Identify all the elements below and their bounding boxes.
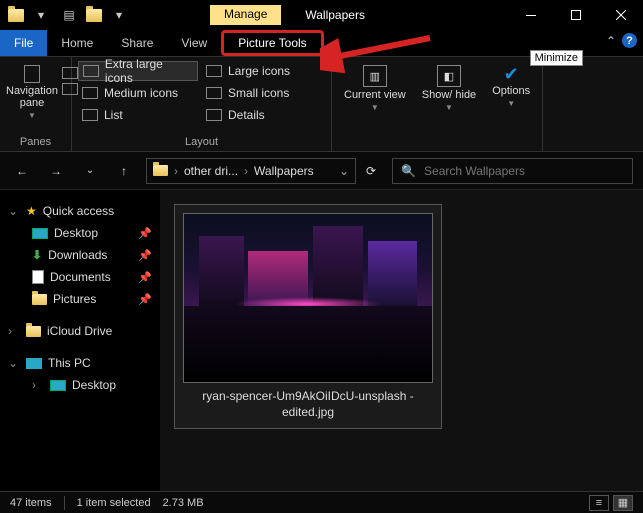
file-name-label: ryan-spencer-Um9AkOiIDcU-unsplash - edit… <box>183 383 433 420</box>
pin-icon: 📌 <box>138 227 152 240</box>
back-button[interactable]: ← <box>10 159 34 183</box>
help-icon[interactable]: ? <box>622 33 637 48</box>
sidebar-pictures[interactable]: Pictures 📌 <box>6 288 154 310</box>
search-input[interactable] <box>424 164 624 178</box>
layout-small-icons[interactable]: Small icons <box>202 83 322 103</box>
group-panes-label: Panes <box>0 136 71 151</box>
chevron-down-icon: ▼ <box>28 111 36 120</box>
maximize-button[interactable] <box>553 0 598 30</box>
recent-locations-button[interactable]: ⌄ <box>78 159 102 183</box>
qat-dropdown-icon[interactable]: ▾ <box>30 4 52 26</box>
thumbnails-view-toggle[interactable]: ▦ <box>613 495 633 511</box>
show-hide-button[interactable]: ◧ Show/ hide ▼ <box>416 61 482 112</box>
status-selected: 1 item selected <box>77 497 151 509</box>
tab-manage[interactable]: Manage <box>210 5 281 25</box>
documents-icon <box>32 270 44 284</box>
forward-button[interactable]: → <box>44 159 68 183</box>
chevron-down-icon[interactable]: ⌄ <box>8 356 20 370</box>
titlebar: ▾ ▤ ▾ Manage Wallpapers <box>0 0 643 30</box>
minimize-tooltip: Minimize <box>530 50 583 66</box>
sidebar-quick-access[interactable]: ⌄ ★ Quick access <box>6 200 154 222</box>
folder-icon <box>26 326 41 337</box>
layout-list[interactable]: List <box>78 105 198 125</box>
chevron-right-icon[interactable]: › <box>32 378 44 392</box>
options-button[interactable]: ✔ Options ▼ <box>486 61 536 108</box>
pin-icon: 📌 <box>138 249 152 262</box>
sidebar-documents[interactable]: Documents 📌 <box>6 266 154 288</box>
collapse-ribbon-icon[interactable]: ⌃ <box>606 34 616 48</box>
status-bar: 47 items 1 item selected 2.73 MB ≡ ▦ <box>0 491 643 513</box>
details-view-toggle[interactable]: ≡ <box>589 495 609 511</box>
close-button[interactable] <box>598 0 643 30</box>
ribbon: Navigation pane ▼ Panes Extra large icon… <box>0 56 643 152</box>
address-dropdown-icon[interactable]: ⌄ <box>339 164 349 178</box>
tab-home[interactable]: Home <box>47 30 107 56</box>
breadcrumb[interactable]: Wallpapers <box>254 164 314 178</box>
search-icon: 🔍 <box>401 164 416 178</box>
current-view-button[interactable]: ▥ Current view ▼ <box>338 61 412 112</box>
desktop-icon <box>32 228 48 239</box>
navigation-pane-button[interactable]: Navigation pane ▼ <box>6 61 58 120</box>
status-item-count: 47 items <box>10 497 52 509</box>
tab-file[interactable]: File <box>0 30 47 56</box>
thumbnail-image <box>183 213 433 383</box>
qat-overflow-icon[interactable]: ▾ <box>108 4 130 26</box>
search-box[interactable]: 🔍 <box>392 158 633 184</box>
window-title: Wallpapers <box>305 8 365 22</box>
up-button[interactable]: ↑ <box>112 159 136 183</box>
folder-icon <box>153 165 168 176</box>
downloads-icon: ⬇ <box>32 248 42 262</box>
tab-picture-tools[interactable]: Picture Tools <box>221 30 323 56</box>
chevron-right-icon[interactable]: › <box>8 324 20 338</box>
group-layout-label: Layout <box>72 136 331 151</box>
current-view-icon: ▥ <box>363 65 387 87</box>
tab-view[interactable]: View <box>167 30 221 56</box>
refresh-button[interactable]: ⟳ <box>366 164 376 178</box>
show-hide-icon: ◧ <box>437 65 461 87</box>
app-folder-icon <box>8 9 24 22</box>
sidebar: ⌄ ★ Quick access Desktop 📌 ⬇ Downloads 📌… <box>0 190 160 491</box>
chevron-down-icon: ▼ <box>507 99 515 108</box>
star-icon: ★ <box>26 204 37 218</box>
layout-details[interactable]: Details <box>202 105 322 125</box>
navigation-pane-label: Navigation pane <box>6 85 58 109</box>
file-thumbnail[interactable]: ryan-spencer-Um9AkOiIDcU-unsplash - edit… <box>174 204 442 429</box>
pc-icon <box>26 358 42 369</box>
qat-properties-icon[interactable]: ▤ <box>58 4 80 26</box>
minimize-button[interactable] <box>508 0 553 30</box>
tab-share[interactable]: Share <box>107 30 167 56</box>
chevron-right-icon: › <box>174 164 178 178</box>
layout-large-icons[interactable]: Large icons <box>202 61 322 81</box>
layout-medium-icons[interactable]: Medium icons <box>78 83 198 103</box>
pictures-icon <box>32 294 47 305</box>
checkmark-icon: ✔ <box>504 65 519 83</box>
sidebar-desktop-pc[interactable]: › Desktop <box>6 374 154 396</box>
address-bar[interactable]: › other dri... › Wallpapers ⌄ <box>146 158 356 184</box>
chevron-down-icon: ▼ <box>371 103 379 112</box>
sidebar-downloads[interactable]: ⬇ Downloads 📌 <box>6 244 154 266</box>
status-size: 2.73 MB <box>163 497 204 509</box>
layout-extra-large-icons[interactable]: Extra large icons <box>78 61 198 81</box>
sidebar-desktop[interactable]: Desktop 📌 <box>6 222 154 244</box>
pin-icon: 📌 <box>138 271 152 284</box>
sidebar-icloud[interactable]: › iCloud Drive <box>6 320 154 342</box>
chevron-down-icon[interactable]: ⌄ <box>8 204 20 218</box>
sidebar-this-pc[interactable]: ⌄ This PC <box>6 352 154 374</box>
breadcrumb[interactable]: other dri... <box>184 164 238 178</box>
chevron-right-icon: › <box>244 164 248 178</box>
navigation-bar: ← → ⌄ ↑ › other dri... › Wallpapers ⌄ ⟳ … <box>0 152 643 190</box>
chevron-down-icon: ▼ <box>445 103 453 112</box>
desktop-icon <box>50 380 66 391</box>
pin-icon: 📌 <box>138 293 152 306</box>
qat-newfolder-icon[interactable] <box>86 9 102 22</box>
content-area[interactable]: ryan-spencer-Um9AkOiIDcU-unsplash - edit… <box>160 190 643 491</box>
